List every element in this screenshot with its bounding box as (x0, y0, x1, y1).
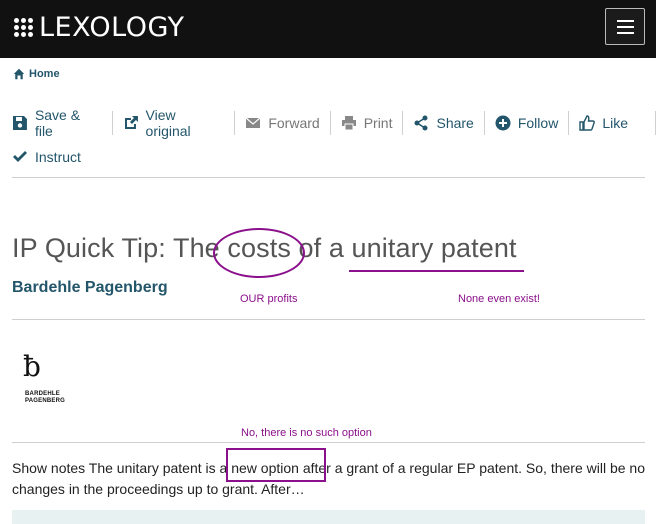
save-file-button[interactable]: Save & file (12, 107, 113, 139)
follow-button[interactable]: Follow (485, 111, 570, 135)
article-snippet: Show notes The unitary patent is a new o… (12, 460, 645, 497)
annotation-underline (349, 270, 524, 272)
forward-label: Forward (268, 115, 320, 131)
save-file-label: Save & file (34, 107, 81, 139)
annotation-box (226, 448, 326, 482)
hamburger-icon[interactable] (605, 8, 645, 45)
home-icon (13, 68, 25, 80)
forward-button[interactable]: Forward (235, 111, 331, 135)
instruct-button[interactable]: Instruct (12, 145, 91, 169)
view-original-button[interactable]: View original (113, 107, 236, 139)
breadcrumb[interactable]: Home (13, 68, 60, 80)
thumbs-up-icon (579, 115, 596, 131)
like-button[interactable]: Like (569, 111, 656, 135)
next-section-band (12, 510, 645, 524)
like-label: Like (602, 115, 628, 131)
logo-dots-icon (14, 17, 33, 37)
annotation-unitary-note: None even exist! (458, 293, 540, 305)
print-label: Print (363, 115, 393, 131)
print-button[interactable]: Print (331, 111, 404, 135)
author-divider (12, 319, 645, 320)
annotation-option-note: No, there is no such option (241, 427, 372, 439)
printer-icon (341, 116, 356, 131)
logo-divider (12, 442, 645, 443)
firm-logo[interactable]: ƀ BARDEHLE PAGENBERG (20, 352, 66, 408)
share-label: Share (436, 115, 474, 131)
toolbar-divider (12, 177, 645, 178)
lexology-logo[interactable]: LEXOLOGY (14, 11, 185, 43)
share-icon (414, 115, 428, 131)
follow-label: Follow (517, 115, 559, 131)
floppy-disk-icon (12, 116, 27, 130)
plus-circle-icon (495, 115, 511, 131)
breadcrumb-home-link[interactable]: Home (29, 68, 60, 80)
logo-text: LEXOLOGY (39, 11, 185, 43)
annotation-costs-note: OUR profits (240, 293, 298, 305)
instruct-label: Instruct (35, 149, 81, 165)
view-original-label: View original (145, 107, 191, 139)
article-toolbar-row-2: Instruct (12, 145, 91, 169)
article-toolbar: Save & file View original Forward Print … (12, 107, 656, 139)
share-button[interactable]: Share (403, 111, 485, 135)
external-link-icon (124, 116, 138, 129)
top-navigation-bar: LEXOLOGY (0, 0, 656, 58)
envelope-icon (245, 117, 261, 128)
checkmark-icon (13, 151, 27, 162)
firm-logo-line2: PAGENBERG (25, 398, 66, 404)
author-link[interactable]: Bardehle Pagenberg (12, 279, 168, 297)
firm-logo-line1: BARDEHLE (25, 391, 60, 397)
annotation-circle (213, 228, 305, 278)
